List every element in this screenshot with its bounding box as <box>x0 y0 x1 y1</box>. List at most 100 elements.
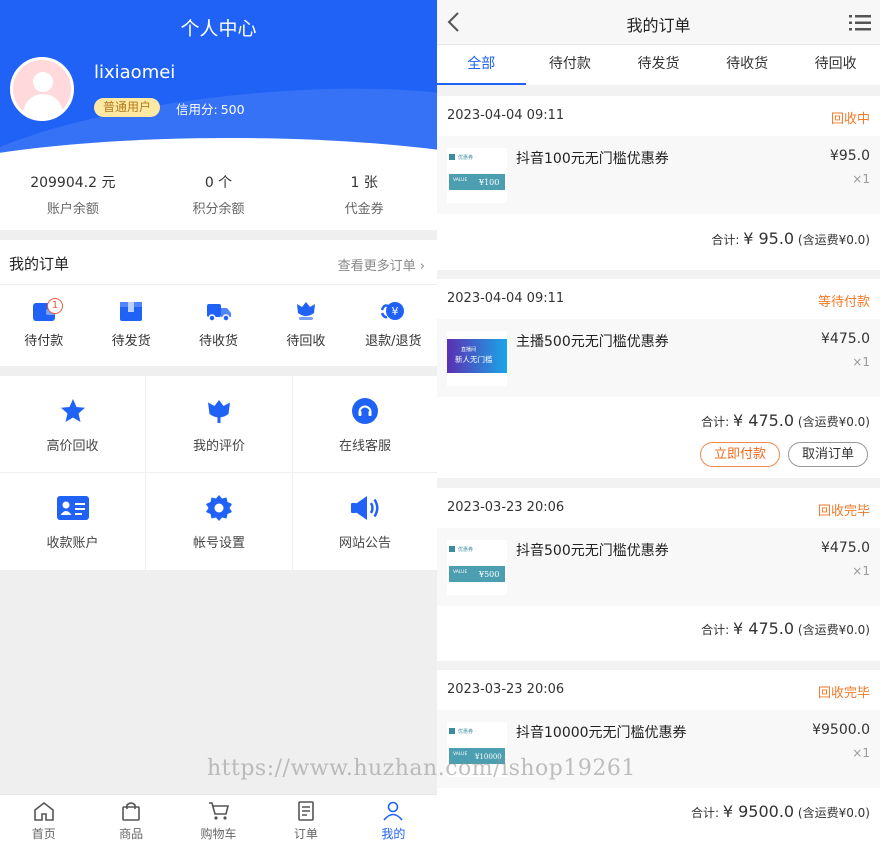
stat-value: 1 张 <box>350 175 378 191</box>
home-icon <box>33 801 54 821</box>
tab-cart[interactable]: 购物车 <box>175 795 262 846</box>
order-shortcut-pending-shipment[interactable]: 待发货 <box>87 285 174 365</box>
avatar[interactable] <box>10 57 74 121</box>
order-card[interactable]: 2023-03-23 20:06 回收完毕 优惠券 VALUE ¥500 抖音500元… <box>437 488 880 661</box>
order-shortcut-refund[interactable]: ¥ 退款/退货 <box>350 285 437 365</box>
stat-value: 0 个 <box>204 175 233 191</box>
order-total: 合计: ¥ 475.0 (含运费¥0.0) <box>701 619 870 638</box>
cancel-order-button[interactable]: 取消订单 <box>787 442 868 467</box>
account-stats: 209904.2 元 账户余额 0 个 积分余额 1 张 代金券 <box>0 160 437 230</box>
username: lixiaomei <box>94 62 176 83</box>
notification-badge: 1 <box>47 298 63 314</box>
tab-pending-recycle[interactable]: 待回收 <box>791 45 880 85</box>
speaker-icon <box>351 496 379 520</box>
tab-products[interactable]: 商品 <box>87 795 174 846</box>
recycle-flower-icon <box>296 302 315 320</box>
user-icon <box>383 801 403 821</box>
tab-orders[interactable]: 订单 <box>262 795 349 846</box>
order-date: 2023-03-23 20:06 <box>447 500 565 515</box>
service-grid: 高价回收 我的评价 在线客服 收款账户 帐号设置 网站公告 <box>0 376 437 570</box>
stat-points[interactable]: 0 个 积分余额 <box>146 160 292 230</box>
chevron-right-icon: › <box>419 259 425 274</box>
svg-text:新人无门槛: 新人无门槛 <box>455 354 493 364</box>
stat-label: 代金券 <box>344 202 384 217</box>
order-item[interactable]: 优惠券 VALUE ¥500 抖音500元无门槛优惠券 ¥475.0 ×1 <box>437 528 880 606</box>
tab-pending-shipment[interactable]: 待发货 <box>614 45 703 85</box>
tab-pending-payment[interactable]: 待付款 <box>526 45 615 85</box>
stat-balance[interactable]: 209904.2 元 账户余额 <box>0 160 146 230</box>
order-shortcut-pending-recycle[interactable]: 待回收 <box>262 285 349 365</box>
tulip-icon <box>208 400 230 423</box>
tab-mine[interactable]: 我的 <box>350 795 437 846</box>
service-my-reviews[interactable]: 我的评价 <box>146 376 293 473</box>
order-card[interactable]: 2023-04-04 09:11 回收中 优惠券 VALUE ¥100 抖音100元无… <box>437 96 880 270</box>
order-status-tabs: 全部 待付款 待发货 待收货 待回收 <box>437 45 880 85</box>
refund-icon: ¥ <box>381 302 405 320</box>
tab-label: 首页 <box>31 827 56 841</box>
stat-label: 积分余额 <box>192 202 245 217</box>
product-name: 抖音100元无门槛优惠券 <box>516 151 669 167</box>
tab-label: 商品 <box>119 827 144 841</box>
order-status: 回收完毕 <box>817 504 870 519</box>
tab-label: 我的 <box>381 827 406 841</box>
service-high-price-recycle[interactable]: 高价回收 <box>0 376 146 473</box>
cart-icon <box>208 802 229 820</box>
shortcut-label: 退款/退货 <box>365 334 422 349</box>
page-title: 我的订单 <box>626 16 691 35</box>
svg-text:VALUE: VALUE <box>453 569 467 575</box>
coupon-thumbnail: 直播间新人无门槛 <box>447 331 507 386</box>
order-date: 2023-03-23 20:06 <box>447 682 565 697</box>
profile-header: 个人中心 lixiaomei 普通用户 信用分: 500 <box>0 0 437 160</box>
shortcut-label: 待付款 <box>24 334 64 349</box>
product-name: 主播500元无门槛优惠券 <box>516 334 669 350</box>
watermark: https://www.huzhan.com/ishop19261 <box>207 756 636 781</box>
order-status: 回收完毕 <box>817 686 870 701</box>
order-actions: 立即付款 取消订单 <box>692 442 868 467</box>
order-total: 合计: ¥ 95.0 (含运费¥0.0) <box>711 229 870 248</box>
profile-screen: 个人中心 lixiaomei 普通用户 信用分: 500 209904.2 元 账… <box>0 0 437 846</box>
service-label: 帐号设置 <box>192 536 245 551</box>
bag-icon <box>122 802 140 821</box>
tab-home[interactable]: 首页 <box>0 795 87 846</box>
service-account-settings[interactable]: 帐号设置 <box>146 473 293 570</box>
tab-all[interactable]: 全部 <box>437 45 526 85</box>
service-label: 收款账户 <box>46 536 99 551</box>
orders-screen: 我的订单 全部 待付款 待发货 待收货 待回收 2023-04-04 09:11… <box>437 0 880 846</box>
order-shortcut-pending-receipt[interactable]: 待收货 <box>175 285 262 365</box>
order-date: 2023-04-04 09:11 <box>447 291 565 306</box>
order-card[interactable]: 2023-04-04 09:11 等待付款 直播间 新人无门槛 主播500元无门槛优… <box>437 279 880 478</box>
product-quantity: ×1 <box>852 564 870 578</box>
svg-text:VALUE: VALUE <box>453 177 467 183</box>
order-shortcut-pending-payment[interactable]: 1 待付款 <box>0 285 87 365</box>
product-price: ¥475.0 <box>821 540 870 556</box>
product-price: ¥9500.0 <box>812 722 870 738</box>
shortcut-label: 待回收 <box>286 334 326 349</box>
service-label: 在线客服 <box>338 439 391 454</box>
shortcut-label: 待发货 <box>111 334 151 349</box>
service-site-announcements[interactable]: 网站公告 <box>293 473 437 570</box>
star-icon <box>60 399 85 422</box>
svg-text:¥500: ¥500 <box>478 570 499 579</box>
pay-now-button[interactable]: 立即付款 <box>699 442 780 467</box>
stat-label: 账户余额 <box>46 202 99 217</box>
tab-pending-receipt[interactable]: 待收货 <box>703 45 792 85</box>
svg-text:优惠券: 优惠券 <box>458 546 473 553</box>
service-online-support[interactable]: 在线客服 <box>293 376 437 473</box>
order-total: 合计: ¥ 9500.0 (含运费¥0.0) <box>690 802 870 821</box>
tab-label: 订单 <box>293 827 318 841</box>
nav-bar: 我的订单 <box>437 0 880 45</box>
view-more-orders-link[interactable]: 查看更多订单 › <box>338 255 425 274</box>
order-date: 2023-04-04 09:11 <box>447 108 565 123</box>
menu-icon[interactable] <box>849 14 871 32</box>
service-payment-account[interactable]: 收款账户 <box>0 473 146 570</box>
order-status: 等待付款 <box>817 295 870 310</box>
my-orders-card: 我的订单 查看更多订单 › 1 待付款 待发货 待收货 待回收 ¥ 退款/退货 <box>0 240 437 366</box>
coupon-thumbnail: 优惠券 VALUE ¥500 <box>447 540 507 595</box>
my-orders-title: 我的订单 <box>9 255 70 273</box>
order-item[interactable]: 优惠券 VALUE ¥100 抖音100元无门槛优惠券 ¥95.0 ×1 <box>437 136 880 214</box>
my-orders-header: 我的订单 查看更多订单 › <box>0 240 437 285</box>
stat-vouchers[interactable]: 1 张 代金券 <box>291 160 437 230</box>
truck-icon <box>206 304 231 322</box>
list-icon <box>298 801 314 821</box>
order-item[interactable]: 直播间 新人无门槛 主播500元无门槛优惠券 ¥475.0 ×1 <box>437 319 880 397</box>
